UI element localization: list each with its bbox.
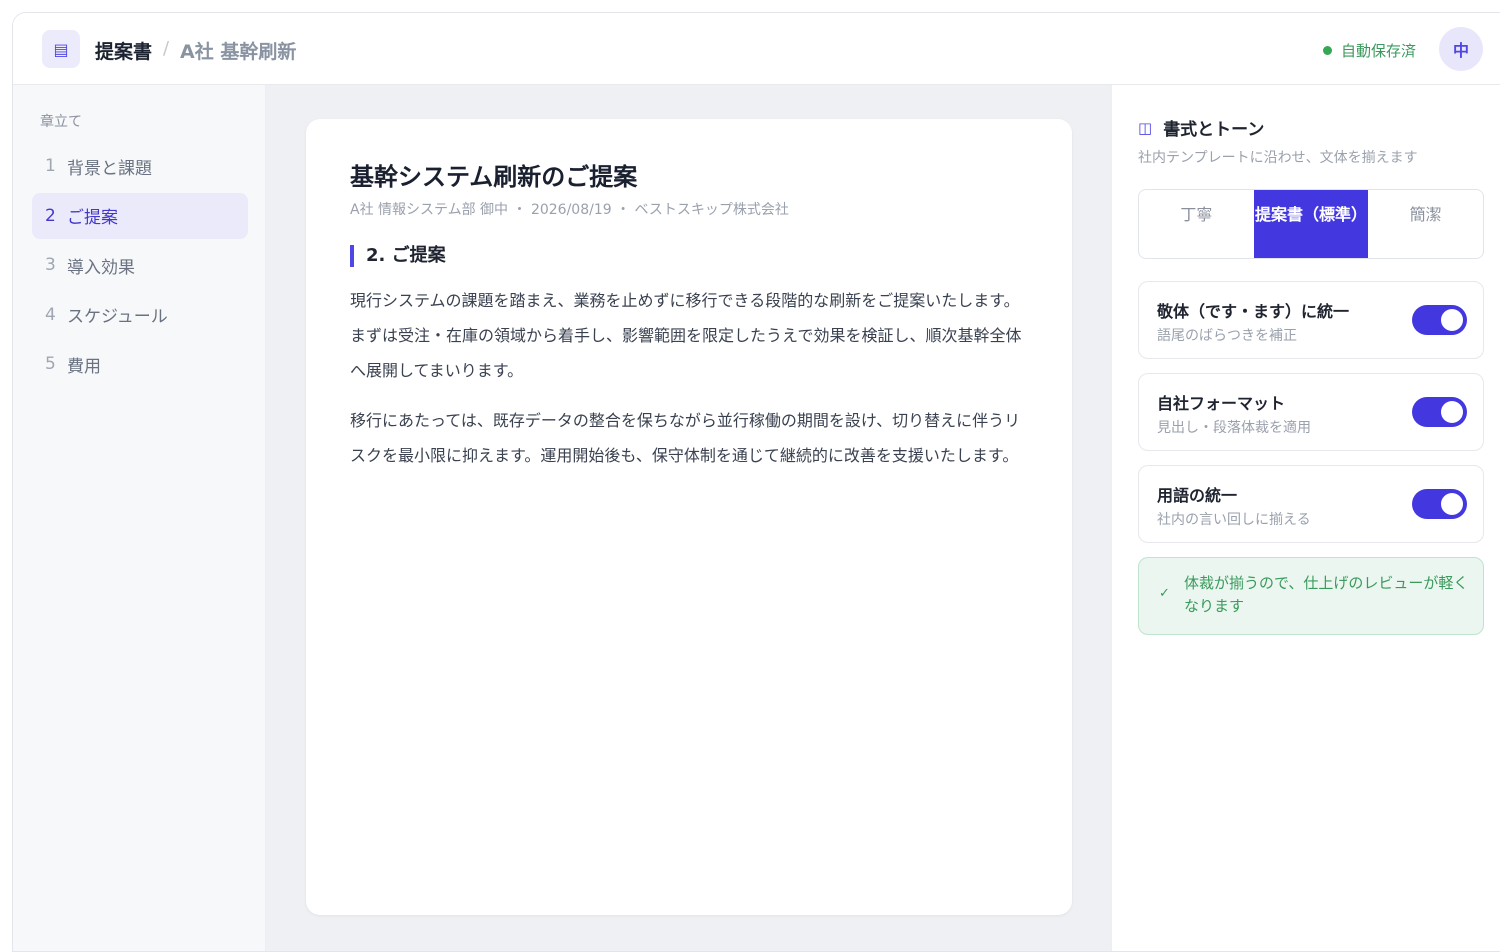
chapter-sidebar: 章立て 1 背景と課題 2 ご提案 3 導入効果 4 スケジュール 5 費用 bbox=[13, 85, 266, 951]
sidebar-item-5[interactable]: 5 費用 bbox=[32, 341, 248, 387]
breadcrumb-doc-type[interactable]: 提案書 bbox=[95, 37, 152, 64]
save-status-label: 自動保存済 bbox=[1341, 42, 1417, 60]
body-paragraph[interactable]: 移行にあたっては、既存データの整合を保ちながら並行稼働の期間を設け、切り替えに伴… bbox=[350, 403, 1030, 473]
section-heading[interactable]: 2. ご提案 bbox=[350, 245, 446, 267]
format-toggle[interactable] bbox=[1412, 397, 1467, 427]
sidebar-item-number: 2 bbox=[45, 205, 56, 226]
terminology-toggle[interactable] bbox=[1412, 489, 1467, 519]
document-page: 基幹システム刷新のご提案 A社 情報システム部 御中 ・ 2026/08/19 … bbox=[306, 119, 1072, 915]
option-title: 自社フォーマット bbox=[1157, 394, 1286, 413]
sidebar-item-label: 費用 bbox=[67, 356, 101, 377]
sidebar-item-label: 背景と課題 bbox=[67, 158, 152, 179]
panel-title-label: 書式とトーン bbox=[1163, 120, 1265, 140]
top-header: ▤ 提案書 / A社 基幹刷新 自動保存済 中 bbox=[13, 13, 1500, 85]
sidebar-item-3[interactable]: 3 導入効果 bbox=[32, 242, 248, 288]
sidebar-item-label: スケジュール bbox=[67, 307, 168, 327]
status-dot-icon bbox=[1323, 46, 1332, 55]
sidebar-item-number: 1 bbox=[45, 156, 56, 176]
option-card-format: 自社フォーマット 見出し・段落体裁を適用 bbox=[1138, 373, 1484, 451]
option-card-keitai: 敬体（です・ます）に統一 語尾のばらつきを補正 bbox=[1138, 281, 1484, 359]
sidebar-item-label: 導入効果 bbox=[67, 257, 135, 278]
tone-selector: 丁寧 提案書（標準） 簡潔 bbox=[1138, 189, 1484, 259]
option-description: 社内の言い回しに揃える bbox=[1157, 512, 1311, 528]
check-icon: ✓ bbox=[1159, 586, 1170, 601]
tone-option-proposal-standard[interactable]: 提案書（標準） bbox=[1253, 190, 1369, 258]
app-window: ▤ 提案書 / A社 基幹刷新 自動保存済 中 章立て 1 背景と課題 2 ご提案 3 導… bbox=[12, 12, 1500, 952]
main-canvas: 基幹システム刷新のご提案 A社 情報システム部 御中 ・ 2026/08/19 … bbox=[266, 85, 1111, 951]
sidebar-item-4[interactable]: 4 スケジュール bbox=[32, 292, 248, 338]
option-description: 語尾のばらつきを補正 bbox=[1157, 328, 1297, 344]
sidebar-item-1[interactable]: 1 背景と課題 bbox=[32, 143, 248, 189]
document-title[interactable]: 基幹システム刷新のご提案 bbox=[350, 157, 637, 192]
option-title: 用語の統一 bbox=[1157, 486, 1238, 505]
keitai-toggle[interactable] bbox=[1412, 305, 1467, 335]
sidebar-item-number: 3 bbox=[45, 255, 56, 275]
body-paragraph[interactable]: 現行システムの課題を踏まえ、業務を止めずに移行できる段階的な刷新をご提案いたしま… bbox=[350, 283, 1030, 388]
sidebar-item-label: ご提案 bbox=[67, 208, 118, 228]
panel-subtitle: 社内テンプレートに沿わせ、文体を揃えます bbox=[1138, 150, 1418, 166]
breadcrumb-doc-name: A社 基幹刷新 bbox=[180, 41, 297, 63]
document-icon[interactable]: ▤ bbox=[42, 30, 80, 68]
breadcrumb-separator: / bbox=[163, 38, 170, 59]
sidebar-item-number: 4 bbox=[45, 304, 56, 325]
sidebar-item-number: 5 bbox=[45, 354, 56, 374]
option-title: 敬体（です・ます）に統一 bbox=[1157, 302, 1350, 321]
option-card-terminology: 用語の統一 社内の言い回しに揃える bbox=[1138, 465, 1484, 543]
save-status: 自動保存済 bbox=[1323, 40, 1416, 61]
document-meta: A社 情報システム部 御中 ・ 2026/08/19 ・ ベストスキップ株式会社 bbox=[350, 202, 789, 218]
info-note: ✓ 体裁が揃うので、仕上げのレビューが軽くなります bbox=[1138, 557, 1484, 635]
format-tone-panel: ◫ 書式とトーン 社内テンプレートに沿わせ、文体を揃えます 丁寧 提案書（標準）… bbox=[1111, 85, 1500, 951]
panel-title: ◫ 書式とトーン bbox=[1138, 115, 1265, 141]
option-description: 見出し・段落体裁を適用 bbox=[1157, 420, 1311, 436]
avatar[interactable]: 中 bbox=[1439, 27, 1483, 71]
toggle-knob bbox=[1441, 401, 1463, 423]
tone-option-polite[interactable]: 丁寧 bbox=[1139, 190, 1254, 258]
sidebar-heading: 章立て bbox=[40, 114, 82, 130]
info-note-text: 体裁が揃うので、仕上げのレビューが軽くなります bbox=[1184, 574, 1469, 615]
toggle-knob bbox=[1441, 493, 1463, 515]
sidebar-item-2[interactable]: 2 ご提案 bbox=[32, 192, 248, 239]
toggle-knob bbox=[1441, 309, 1463, 331]
book-open-icon: ◫ bbox=[1138, 118, 1153, 137]
tone-option-concise[interactable]: 簡潔 bbox=[1368, 190, 1483, 258]
